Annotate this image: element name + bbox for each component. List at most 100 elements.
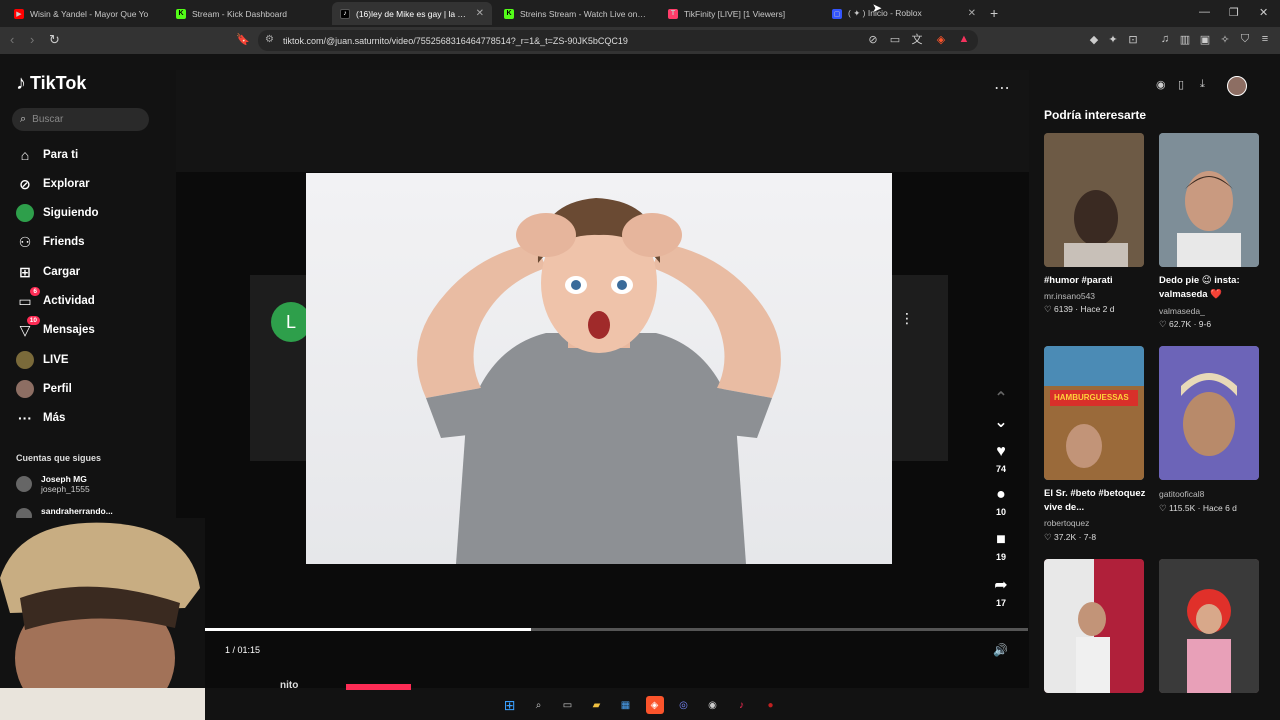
rec-user-1[interactable]: mr.insano543 [1044, 291, 1095, 301]
forward-icon[interactable]: › [30, 32, 34, 47]
nav-activity[interactable]: ▭ 6 Actividad [16, 287, 95, 310]
brave-rewards-icon[interactable]: ▲ [957, 32, 971, 46]
rec-thumbnail-3[interactable]: HAMBURGUESSAS [1044, 346, 1144, 480]
video-timecode: 1 / 01:15 [225, 645, 261, 655]
nav-friends[interactable]: ⚇ Friends [16, 233, 85, 251]
rec-thumbnail-2[interactable] [1159, 133, 1259, 267]
followed-account-1[interactable]: Joseph MG joseph_1555 [16, 474, 90, 494]
browser-tab-1[interactable]: ▶ Wisin & Yandel - Mayor Que Yo [6, 2, 164, 25]
nav-more[interactable]: ··· Más [16, 409, 65, 427]
save-button[interactable]: ■ 19 [988, 531, 1014, 562]
nav-profile[interactable]: Perfil [16, 380, 72, 398]
rec-stats-3: ♡ 37.2K · 7-8 [1044, 532, 1097, 542]
close-window-icon[interactable]: ✕ [1259, 6, 1268, 19]
compass-icon: ⊘ [19, 175, 31, 192]
discord-icon[interactable]: ◎ [675, 696, 693, 714]
rec-user-4[interactable]: gatitoofical8 [1159, 489, 1204, 499]
rec-caption-1[interactable]: #humor #parati [1044, 274, 1154, 288]
screenshot-icon[interactable]: ⊡ [1126, 32, 1140, 46]
rec-overlay-3: HAMBURGUESSAS [1054, 393, 1129, 402]
more-options-icon[interactable]: ⋯ [994, 78, 1010, 98]
tiktok-app-icon[interactable]: ♪ [733, 696, 751, 714]
media-icon[interactable]: ♫ [1158, 32, 1172, 46]
store-icon[interactable]: ▦ [617, 696, 635, 714]
home-icon: ⌂ [20, 147, 30, 163]
nav-live[interactable]: LIVE [16, 351, 69, 369]
rec-thumbnail-5[interactable] [1044, 559, 1144, 693]
rec-user-3[interactable]: robertoquez [1044, 518, 1089, 528]
search-icon[interactable]: ⌕ [530, 696, 548, 714]
sidebar-icon[interactable]: ▥ [1178, 32, 1192, 46]
nav-upload[interactable]: ⊞ Cargar [16, 263, 80, 281]
kick-favicon-icon: K [504, 8, 514, 19]
browser-tab-6[interactable]: ▢ ( ✦ ) Inicio - Roblox ✕ [824, 2, 984, 25]
close-tab-icon[interactable]: ✕ [476, 8, 484, 19]
tiktok-logo[interactable]: ♪ TikTok [16, 72, 86, 95]
vpn-icon[interactable]: ⛉ [1238, 32, 1252, 46]
rec-user-2[interactable]: valmaseda_ [1159, 306, 1205, 316]
author-name-partial: nito [280, 680, 299, 691]
rec-stats-1: ♡ 6139 · Hace 2 d [1044, 304, 1115, 314]
rec-thumbnail-1-image [1044, 133, 1144, 267]
share-arrow-icon: ➦ [994, 577, 1008, 594]
channel-avatar[interactable]: L [271, 302, 311, 342]
surprised-boy-image [417, 198, 781, 564]
download-icon[interactable]: ⤓ [1200, 78, 1205, 91]
extension-1-icon[interactable]: ◆ [1087, 32, 1101, 46]
tiktok-favicon-icon: ♪ [340, 8, 350, 19]
wallet-icon[interactable]: ▣ [1198, 32, 1212, 46]
bookmark-icon[interactable]: 🔖 [236, 33, 250, 46]
nav-explore[interactable]: ⊘ Explorar [16, 175, 90, 193]
browser-tab-5[interactable]: T TikFinity [LIVE] [1 Viewers] [660, 2, 820, 25]
brave-shields-icon[interactable]: ◈ [934, 32, 948, 46]
brave-browser-icon[interactable]: ◈ [645, 696, 664, 714]
kebab-menu-icon[interactable]: ⋮ [900, 310, 914, 327]
nav-for-you[interactable]: ⌂ Para ti [16, 146, 78, 164]
browser-tab-4[interactable]: K Streins Stream - Watch Live on Kick [496, 2, 656, 25]
prev-video-button[interactable]: ⌃ [988, 388, 1014, 411]
next-video-button[interactable]: ⌄ [988, 412, 1014, 435]
mobile-app-icon[interactable]: ▯ [1178, 78, 1184, 91]
messages-icon: ▽ 10 [16, 316, 40, 339]
app-icon[interactable]: ● [762, 696, 780, 714]
translate-off-icon[interactable]: ⊘ [866, 32, 880, 46]
rec-thumbnail-6[interactable] [1159, 559, 1259, 693]
webcam-overlay [0, 518, 205, 720]
comment-button[interactable]: ● 10 [988, 486, 1014, 517]
rec-caption-3[interactable]: El Sr. #beto #betoquez vive de... [1044, 487, 1154, 515]
video-frame[interactable] [306, 173, 892, 564]
site-info-icon[interactable]: ⚙ [265, 34, 274, 45]
menu-icon[interactable]: ≡ [1258, 32, 1272, 46]
browser-tab-3-active[interactable]: ♪ (16)ley de Mike es gay | la ley de ✕ [332, 2, 492, 25]
back-icon[interactable]: ‹ [10, 32, 14, 47]
file-explorer-icon[interactable]: ▰ [588, 696, 606, 714]
obs-icon[interactable]: ◉ [704, 696, 722, 714]
close-tab-icon[interactable]: ✕ [968, 8, 976, 19]
reload-icon[interactable]: ↻ [49, 32, 60, 48]
extensions-icon[interactable]: ✦ [1106, 32, 1120, 46]
minimize-icon[interactable]: — [1199, 6, 1210, 18]
browser-tab-2[interactable]: K Stream - Kick Dashboard [168, 2, 328, 25]
share-button[interactable]: ➦ 17 [988, 575, 1014, 608]
translate-icon[interactable]: 文 [910, 32, 924, 46]
activity-history-icon[interactable]: ◉ [1156, 78, 1166, 91]
tiktok-note-icon: ♪ [16, 72, 26, 94]
leo-ai-icon[interactable]: ✧ [1218, 32, 1232, 46]
rec-caption-2[interactable]: Dedo pie 😉 insta: valmaseda ❤️ [1159, 274, 1263, 302]
follow-button-partial[interactable] [346, 684, 411, 690]
youtube-favicon-icon: ▶ [14, 8, 24, 19]
nav-following[interactable]: Siguiendo [16, 204, 99, 222]
user-avatar[interactable] [1227, 76, 1247, 96]
nav-messages[interactable]: ▽ 10 Mensajes [16, 316, 95, 339]
search-input[interactable]: ⌕ Buscar [12, 108, 149, 131]
task-view-icon[interactable]: ▭ [559, 696, 577, 714]
maximize-icon[interactable]: ❐ [1229, 6, 1239, 19]
like-button[interactable]: ♥ 74 [988, 443, 1014, 474]
new-tab-icon[interactable]: + [990, 5, 998, 21]
rec-thumbnail-4-image [1159, 346, 1259, 480]
windows-start-icon[interactable]: ⊞ [501, 696, 519, 714]
volume-icon[interactable]: 🔊 [993, 643, 1008, 657]
cast-icon[interactable]: ▭ [888, 32, 902, 46]
rec-thumbnail-1[interactable] [1044, 133, 1144, 267]
rec-thumbnail-4[interactable] [1159, 346, 1259, 480]
